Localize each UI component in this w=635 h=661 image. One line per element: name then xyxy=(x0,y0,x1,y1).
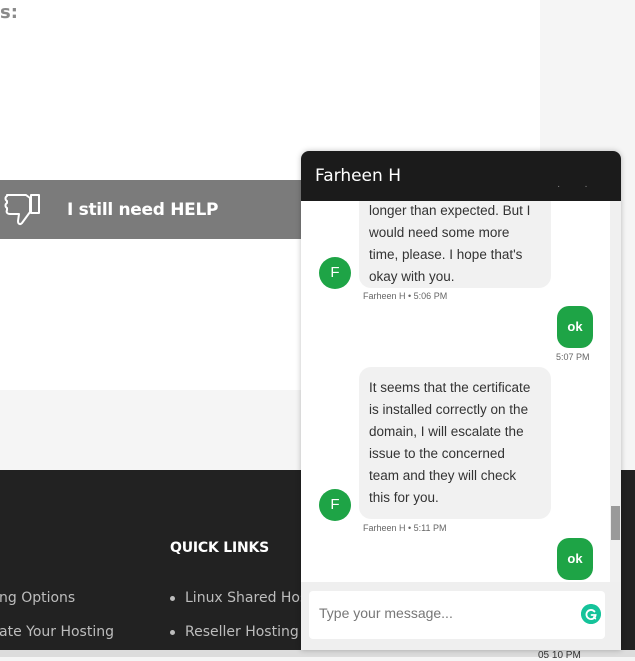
message-input-box[interactable] xyxy=(309,591,605,639)
incoming-message: It seems that the certificate is install… xyxy=(359,367,551,519)
footer-link-hosting[interactable]: ate Your Hosting xyxy=(0,624,114,640)
list-bullet xyxy=(170,596,175,601)
incoming-message: longer than expected. But I would need s… xyxy=(359,201,551,288)
message-line: It seems that the certificate xyxy=(369,380,531,395)
thumbs-down-icon xyxy=(4,194,40,226)
list-bullet xyxy=(170,630,175,635)
grammarly-icon[interactable] xyxy=(581,604,601,624)
footer-link-options[interactable]: ng Options xyxy=(0,590,75,606)
chat-widget: Farheen H ·· longer than expected. But I… xyxy=(301,151,621,650)
footer-link-linux-shared-hosting[interactable]: Linux Shared Host xyxy=(185,590,313,606)
footer-link-reseller-hosting[interactable]: Reseller Hosting xyxy=(185,624,299,640)
message-line: is installed correctly on the xyxy=(369,402,529,417)
message-list[interactable]: longer than expected. But I would need s… xyxy=(301,201,621,582)
taskbar-clock: 05 10 PM xyxy=(538,650,581,661)
message-input[interactable] xyxy=(319,605,559,621)
message-line: domain, I will escalate the xyxy=(369,424,524,439)
chat-header: Farheen H ·· xyxy=(301,151,621,201)
outgoing-message: ok xyxy=(557,306,593,348)
message-line: okay with you. xyxy=(369,269,455,284)
help-button-label: I still need HELP xyxy=(67,200,219,220)
message-line: this for you. xyxy=(369,490,439,505)
message-line: team and they will check xyxy=(369,468,517,483)
message-meta: Farheen H • 5:06 PM xyxy=(363,291,448,301)
message-meta: 5:07 PM xyxy=(556,352,590,362)
quick-links-title: QUICK LINKS xyxy=(170,540,270,556)
message-composer xyxy=(301,582,621,650)
message-line: longer than expected. But I xyxy=(369,203,531,218)
still-need-help-button[interactable]: I still need HELP xyxy=(0,180,305,239)
message-meta: Farheen H • 5:11 PM xyxy=(363,523,447,533)
message-line: issue to the concerned xyxy=(369,446,505,461)
agent-avatar: F xyxy=(319,489,351,521)
agent-avatar: F xyxy=(319,257,351,289)
scrollbar-thumb[interactable] xyxy=(611,506,620,540)
header-dots: ·· xyxy=(557,181,612,192)
partial-heading: s: xyxy=(0,2,18,23)
agent-name: Farheen H xyxy=(315,166,401,186)
message-line: would need some more xyxy=(369,225,510,240)
message-line: time, please. I hope that's xyxy=(369,247,523,262)
outgoing-message: ok xyxy=(557,538,593,580)
